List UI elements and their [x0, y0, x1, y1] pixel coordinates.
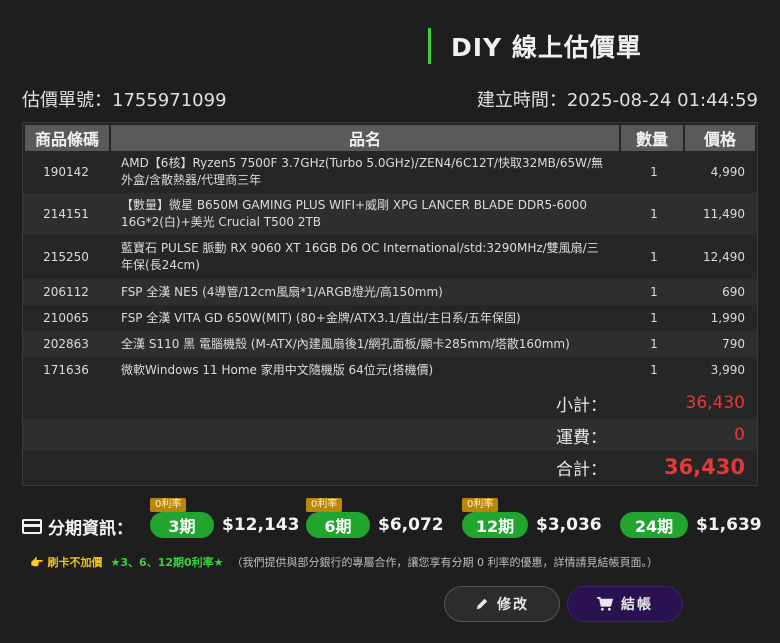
row-qty: 1: [650, 363, 658, 377]
installment-term[interactable]: 24期: [620, 512, 688, 538]
pencil-icon: [476, 598, 488, 610]
row-code: 214151: [43, 207, 89, 221]
checkout-button[interactable]: 結帳: [567, 586, 683, 622]
row-qty: 1: [650, 165, 658, 179]
col-header-qty: 數量: [621, 125, 683, 151]
installment-plan-3: 0利率 3期 $12,143: [150, 498, 300, 548]
row-qty: 1: [650, 285, 658, 299]
table-row: 214151 【數量】微星 B650M GAMING PLUS WIFI+威剛 …: [23, 193, 757, 235]
total-row: 合計： 36,430: [23, 451, 757, 483]
row-price: 11,490: [703, 207, 745, 221]
checkout-label: 結帳: [621, 597, 653, 613]
row-name: FSP 全漢 NE5 (4導管/12cm風扇*1/ARGB燈光/高150mm): [121, 284, 443, 299]
table-body: 190142 AMD【6核】Ryzen5 7500F 3.7GHz(Turbo …: [23, 151, 757, 383]
installment-plan-24: 24期 $1,639: [620, 498, 762, 548]
row-price: 4,990: [710, 165, 745, 179]
row-code: 190142: [43, 165, 89, 179]
row-code: 210065: [43, 311, 89, 325]
installment-amount: $6,072: [378, 515, 444, 535]
row-name: 藍寶石 PULSE 脈動 RX 9060 XT 16GB D6 OC Inter…: [121, 241, 599, 272]
row-qty: 1: [650, 250, 658, 264]
installment-title: 分期資訊：: [22, 514, 133, 539]
zero-interest-promo: ★3、6、12期0利率★: [110, 556, 224, 569]
subtotal-value: 36,430: [685, 393, 745, 413]
zero-interest-badge: 0利率: [306, 498, 343, 512]
card-no-surcharge: 👉 刷卡不加價: [30, 556, 103, 569]
quote-number: 估價單號：1755971099: [22, 90, 227, 111]
row-name: 微軟Windows 11 Home 家用中文隨機版 64位元(搭機價): [121, 362, 434, 377]
row-qty: 1: [650, 207, 658, 221]
row-name: AMD【6核】Ryzen5 7500F 3.7GHz(Turbo 5.0GHz)…: [121, 156, 604, 187]
row-code: 206112: [43, 285, 89, 299]
row-price: 690: [722, 285, 745, 299]
table-row: 215250 藍寶石 PULSE 脈動 RX 9060 XT 16GB D6 O…: [23, 235, 757, 279]
edit-label: 修改: [497, 597, 529, 613]
col-header-name: 品名: [111, 125, 619, 151]
installment-label: 分期資訊：: [48, 519, 133, 539]
row-price: 3,990: [710, 363, 745, 377]
promo-detail: （我們提供與部分銀行的專屬合作，讓您享有分期 0 利率的優惠，詳情請見結帳頁面。…: [231, 556, 659, 569]
total-value: 36,430: [663, 455, 745, 479]
shipping-row: 運費： 0: [23, 419, 757, 451]
subtotal-label: 小計：: [556, 395, 607, 416]
table-row: 202863 全漢 S110 黑 電腦機殼 (M-ATX/內建風扇後1/網孔面板…: [23, 331, 757, 357]
row-price: 12,490: [703, 250, 745, 264]
installment-amount: $3,036: [536, 515, 602, 535]
col-header-price: 價格: [685, 125, 755, 151]
row-code: 215250: [43, 250, 89, 264]
zero-interest-badge: 0利率: [150, 498, 187, 512]
row-qty: 1: [650, 311, 658, 325]
installment-term[interactable]: 3期: [150, 512, 214, 538]
table-row: 190142 AMD【6核】Ryzen5 7500F 3.7GHz(Turbo …: [23, 151, 757, 193]
promo-note: 👉 刷卡不加價 ★3、6、12期0利率★ （我們提供與部分銀行的專屬合作，讓您享…: [30, 554, 658, 570]
installment-term[interactable]: 6期: [306, 512, 370, 538]
row-price: 1,990: [710, 311, 745, 325]
created-time: 建立時間：2025-08-24 01:44:59: [476, 90, 758, 111]
col-header-code: 商品條碼: [25, 125, 109, 151]
table-row: 171636 微軟Windows 11 Home 家用中文隨機版 64位元(搭機…: [23, 357, 757, 383]
row-name: FSP 全漢 VITA GD 650W(MIT) (80+金牌/ATX3.1/直…: [121, 310, 521, 325]
subtotal-row: 小計： 36,430: [23, 387, 757, 419]
row-code: 171636: [43, 363, 89, 377]
table-row: 210065 FSP 全漢 VITA GD 650W(MIT) (80+金牌/A…: [23, 305, 757, 331]
page-title: DIY 線上估價單: [451, 33, 642, 62]
installment-amount: $1,639: [696, 515, 762, 535]
installment-plan-6: 0利率 6期 $6,072: [306, 498, 456, 548]
edit-button[interactable]: 修改: [444, 586, 560, 622]
cart-icon: [597, 597, 613, 611]
total-label: 合計：: [556, 459, 607, 480]
row-code: 202863: [43, 337, 89, 351]
installment-amount: $12,143: [222, 515, 300, 535]
shipping-value: 0: [734, 425, 745, 445]
title-block: DIY 線上估價單: [428, 28, 642, 64]
installment-info: 分期資訊： 0利率 3期 $12,143 0利率 6期 $6,072 0利率 1…: [22, 498, 762, 548]
quote-table: 商品條碼 品名 數量 價格 190142 AMD【6核】Ryzen5 7500F…: [22, 122, 758, 486]
shipping-label: 運費：: [556, 427, 607, 448]
credit-card-icon: [22, 519, 42, 534]
row-name: 【數量】微星 B650M GAMING PLUS WIFI+威剛 XPG LAN…: [121, 198, 588, 229]
table-header: 商品條碼 品名 數量 價格: [23, 123, 757, 151]
row-price: 790: [722, 337, 745, 351]
installment-plan-12: 0利率 12期 $3,036: [462, 498, 612, 548]
table-row: 206112 FSP 全漢 NE5 (4導管/12cm風扇*1/ARGB燈光/高…: [23, 279, 757, 305]
row-qty: 1: [650, 337, 658, 351]
row-name: 全漢 S110 黑 電腦機殼 (M-ATX/內建風扇後1/網孔面板/顯卡285m…: [121, 336, 570, 351]
installment-term[interactable]: 12期: [462, 512, 528, 538]
zero-interest-badge: 0利率: [462, 498, 499, 512]
